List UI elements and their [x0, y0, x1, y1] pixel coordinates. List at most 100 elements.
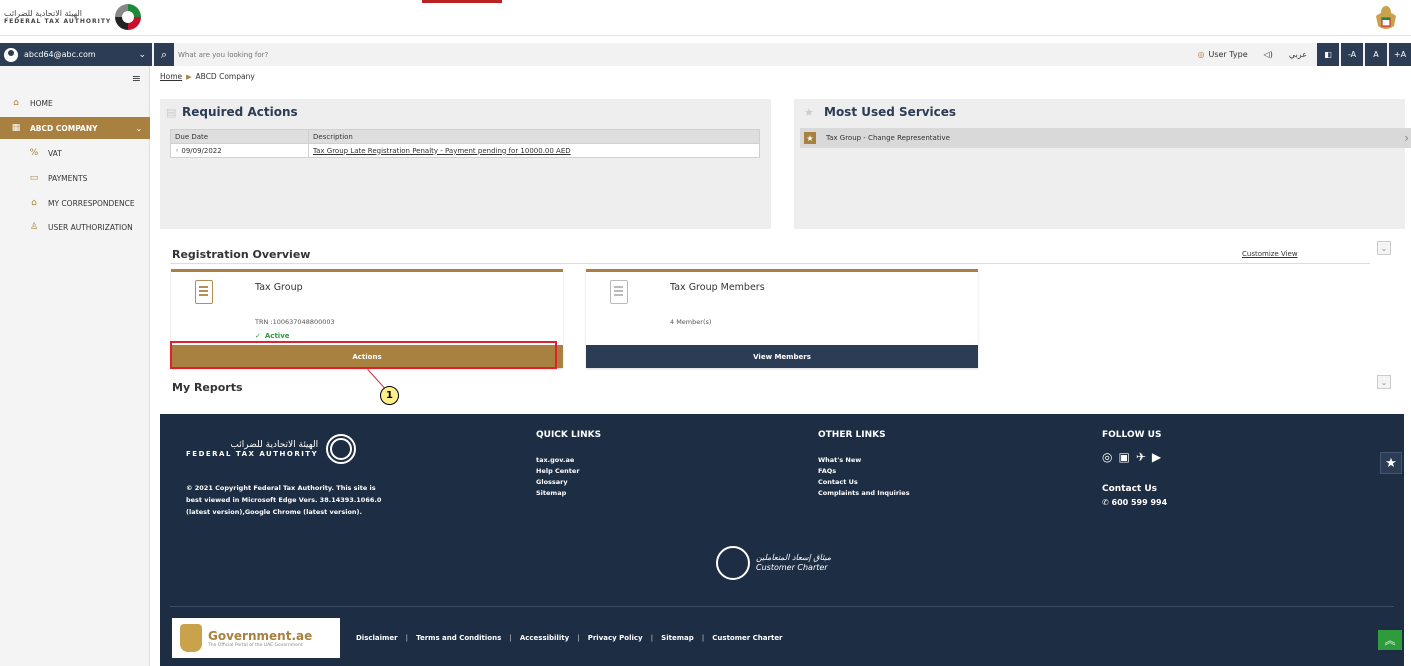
youtube-icon[interactable]: ▶: [1152, 450, 1161, 464]
fta-logo-icon: [326, 434, 357, 464]
breadcrumb-arrow-icon: ▶: [186, 72, 192, 81]
document-icon: ▤: [166, 106, 177, 119]
breadcrumb: Home ▶ ABCD Company: [160, 72, 255, 81]
sidebar-item-home[interactable]: ⌂ HOME: [0, 92, 150, 114]
gov-main-text: Government.ae: [208, 628, 313, 643]
uae-emblem-icon: [180, 624, 202, 652]
contact-phone[interactable]: ✆ 600 599 994: [1102, 498, 1167, 507]
user-type-button[interactable]: ◎ User Type: [1189, 43, 1255, 66]
star-icon: ★: [804, 132, 816, 144]
tax-document-icon: [195, 280, 213, 304]
favorites-star-button[interactable]: ★: [1380, 452, 1402, 474]
twitter-icon[interactable]: ✈: [1136, 450, 1146, 464]
audio-button[interactable]: ◁): [1256, 43, 1281, 66]
status-badge: ✓ Active: [255, 332, 290, 340]
footer-link-accessibility[interactable]: Accessibility: [520, 634, 569, 642]
card-title: Tax Group Members: [670, 282, 765, 293]
footer-link-privacy[interactable]: Privacy Policy: [588, 634, 643, 642]
linkedin-icon[interactable]: ▣: [1118, 450, 1129, 464]
chevron-right-icon[interactable]: ›: [1404, 131, 1409, 145]
due-date-cell: ◦ 09/09/2022: [170, 143, 309, 158]
sidebar-item-vat[interactable]: % VAT: [0, 142, 150, 164]
member-count: 4 Member(s): [670, 318, 712, 326]
phone-icon: ✆: [1102, 498, 1109, 507]
footer-link-whats-new[interactable]: What's New: [818, 456, 910, 467]
breadcrumb-home-link[interactable]: Home: [160, 72, 182, 81]
uae-emblem-icon: [1376, 6, 1396, 29]
home-icon: ⌂: [13, 98, 19, 108]
footer-logo-english: FEDERAL TAX AUTHORITY: [186, 450, 319, 458]
column-header-description: Description: [308, 129, 760, 144]
registration-overview-title: Registration Overview: [172, 248, 311, 261]
footer-fta-logo: الهيئة الاتحادية للضرائب FEDERAL TAX AUT…: [186, 434, 357, 464]
payments-icon: ▭: [29, 173, 39, 183]
logo-arabic-text: الهيئة الاتحادية للضرائب: [4, 9, 82, 18]
font-increase-button[interactable]: +A: [1389, 43, 1411, 66]
follow-us-column: FOLLOW US ◎ ▣ ✈ ▶ Contact Us ✆ 600 599 9…: [1102, 430, 1167, 507]
sidebar-item-label: PAYMENTS: [48, 173, 88, 183]
required-actions-title: Required Actions: [182, 105, 298, 119]
gov-sub-text: The Official Portal of the UAE Governmen…: [208, 642, 303, 648]
tax-group-members-card: Tax Group Members 4 Member(s) View Membe…: [586, 269, 978, 368]
search-button[interactable]: ⌕: [154, 43, 174, 66]
hamburger-menu-icon[interactable]: ≡: [132, 72, 141, 85]
charter-english: Customer Charter: [756, 563, 828, 572]
sidebar-item-label: HOME: [30, 98, 53, 108]
collapse-registration-button[interactable]: ⌄: [1377, 241, 1391, 255]
footer-link-sitemap[interactable]: Sitemap: [536, 489, 601, 500]
footer-link-faqs[interactable]: FAQs: [818, 467, 910, 478]
user-type-label: User Type: [1208, 50, 1248, 59]
tax-group-card: Tax Group TRN :100637048800003 ✓ Active …: [171, 269, 563, 368]
user-account-dropdown[interactable]: abcd64@abc.com ⌄: [0, 43, 152, 66]
customize-view-link[interactable]: Customize View: [1242, 250, 1298, 258]
description-cell: Tax Group Late Registration Penalty - Pa…: [308, 143, 760, 158]
fta-logo-icon: [115, 4, 142, 30]
government-ae-logo[interactable]: Government.ae The Official Portal of the…: [172, 618, 340, 658]
sidebar-item-user-authorization[interactable]: ♙ USER AUTHORIZATION: [0, 216, 150, 238]
search-input[interactable]: [178, 47, 678, 62]
chevron-down-icon: ⌄: [138, 49, 146, 60]
font-decrease-button[interactable]: -A: [1341, 43, 1363, 66]
footer: الهيئة الاتحادية للضرائب FEDERAL TAX AUT…: [160, 414, 1404, 666]
footer-link-glossary[interactable]: Glossary: [536, 478, 601, 489]
other-links-title: OTHER LINKS: [818, 430, 886, 440]
scroll-to-top-button[interactable]: ︽: [1378, 630, 1402, 650]
most-used-services-title: Most Used Services: [824, 105, 957, 119]
service-tax-group-change-representative[interactable]: ★ Tax Group - Change Representative ›: [800, 128, 1411, 148]
footer-copyright: © 2021 Copyright Federal Tax Authority. …: [186, 484, 382, 516]
due-date-value: 09/09/2022: [181, 146, 222, 155]
sidebar-item-my-correspondence[interactable]: ⌂ MY CORRESPONDENCE: [0, 192, 150, 214]
required-actions-panel: ▤ Required Actions Due Date Description …: [160, 99, 771, 229]
footer-link-sitemap-bottom[interactable]: Sitemap: [661, 634, 694, 642]
footer-link-customer-charter[interactable]: Customer Charter: [712, 634, 782, 642]
contact-us-title: Contact Us: [1102, 484, 1158, 494]
fta-logo[interactable]: الهيئة الاتحادية للضرائب FEDERAL TAX AUT…: [4, 4, 142, 30]
sidebar-item-payments[interactable]: ▭ PAYMENTS: [0, 167, 150, 189]
sidebar-item-abcd-company[interactable]: ▦ ABCD COMPANY ⌄: [0, 117, 150, 139]
instagram-icon[interactable]: ◎: [1102, 450, 1112, 464]
footer-link-help-center[interactable]: Help Center: [536, 467, 601, 478]
font-normal-button[interactable]: A: [1365, 43, 1387, 66]
view-members-button[interactable]: View Members: [586, 345, 978, 368]
footer-link-tax-gov[interactable]: tax.gov.ae: [536, 456, 601, 467]
footer-link-terms[interactable]: Terms and Conditions: [416, 634, 501, 642]
double-chevron-up-icon: ︽: [1384, 634, 1396, 647]
smile-icon: [716, 546, 750, 580]
footer-logo-arabic: الهيئة الاتحادية للضرائب: [230, 440, 319, 450]
charter-arabic: ميثاق إسعاد المتعاملين: [756, 553, 832, 562]
footer-link-disclaimer[interactable]: Disclaimer: [356, 634, 398, 642]
sidebar: ≡ ⌂ HOME ▦ ABCD COMPANY ⌄ % VAT ▭ PAYMEN…: [0, 66, 150, 666]
penalty-payment-link[interactable]: Tax Group Late Registration Penalty - Pa…: [313, 147, 571, 155]
contrast-button[interactable]: ◧: [1317, 43, 1339, 66]
table-row: ◦ 09/09/2022 Tax Group Late Registration…: [170, 143, 760, 158]
most-used-services-panel: ★ Most Used Services ★ Tax Group - Chang…: [794, 99, 1411, 229]
footer-link-contact-us[interactable]: Contact Us: [818, 478, 910, 489]
footer-link-complaints[interactable]: Complaints and Inquiries: [818, 489, 910, 500]
column-header-due-date: Due Date: [170, 129, 309, 144]
collapse-reports-button[interactable]: ⌄: [1377, 375, 1391, 389]
actions-button[interactable]: Actions: [171, 345, 563, 368]
customer-charter-logo[interactable]: ميثاق إسعاد المتعاملين Customer Charter: [716, 546, 831, 580]
social-icons: ◎ ▣ ✈ ▶: [1102, 450, 1167, 464]
quick-links-column: QUICK LINKS tax.gov.ae Help Center Gloss…: [536, 430, 601, 500]
language-toggle[interactable]: عربي: [1281, 43, 1315, 66]
